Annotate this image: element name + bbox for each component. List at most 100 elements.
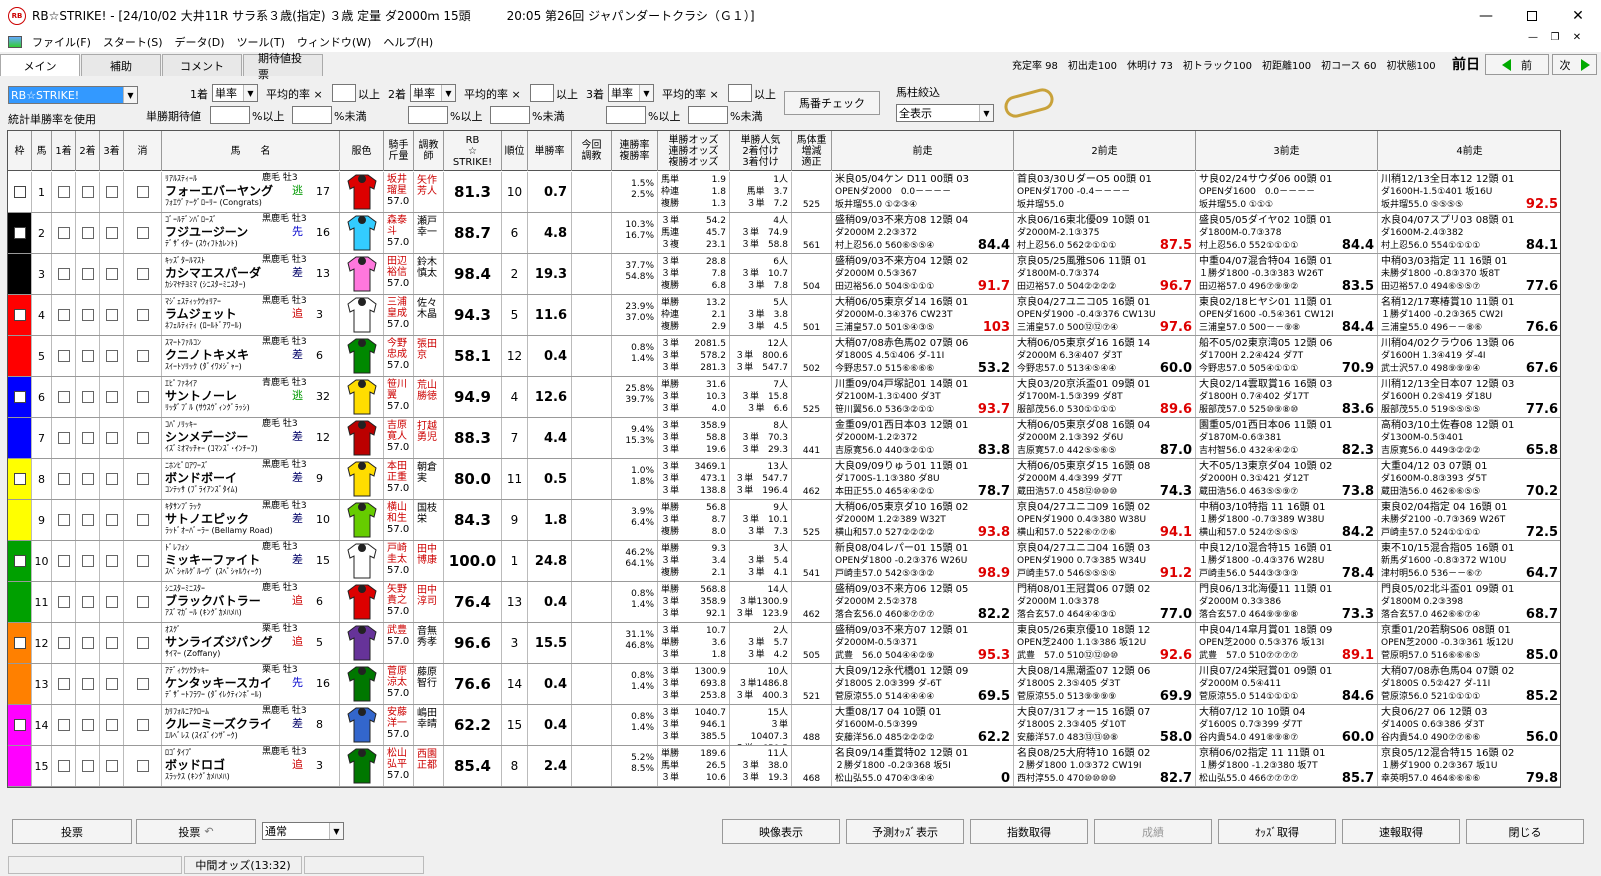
win-exp-max-input[interactable]	[292, 106, 332, 124]
place-3-checkbox[interactable]	[100, 459, 124, 499]
place-2-checkbox[interactable]	[76, 664, 100, 704]
place-1-checkbox[interactable]	[52, 336, 76, 376]
table-row[interactable]: 9 ｷﾀｻﾝﾌﾞﾗｯｸ 黒鹿毛 牡3 サトノエピック ﾗｯﾄﾞｵｰﾊﾞｰﾗｰ (…	[8, 500, 1560, 541]
prev-race-3[interactable]: 東良02/18ヒヤシ01 11頭 01 OPENダ1600 -0.5④361 C…	[1196, 295, 1378, 335]
maximize-icon[interactable]	[1509, 0, 1555, 31]
horse-name[interactable]: サトノエピック	[165, 512, 336, 526]
tab-ev-vote[interactable]: 期待値投票	[243, 52, 323, 81]
prev-race-3[interactable]: 中重04/07混合特04 16頭 01 １勝ダ1800 -0.3③383 W26…	[1196, 254, 1378, 294]
place-3-checkbox[interactable]	[100, 418, 124, 458]
menu-start[interactable]: スタート(S)	[97, 34, 169, 50]
prev-race-2[interactable]: 首良03/30ＵダーO5 00頭 01 OPENダ1700 -0.4－－－－ 坂…	[1014, 172, 1196, 212]
place-3-checkbox[interactable]	[100, 254, 124, 294]
horse-name[interactable]: フォーエバーヤング	[165, 184, 336, 198]
horse-name[interactable]: シンメデージー	[165, 430, 336, 444]
prev-race-1[interactable]: 新良08/04レパー01 15頭 01 OPENダ1800 -0.2③376 W…	[832, 541, 1014, 581]
place-2-checkbox[interactable]	[76, 295, 100, 335]
second-avg-input[interactable]	[530, 84, 554, 102]
place-3-checkbox[interactable]	[100, 172, 124, 212]
prev-race-1[interactable]: 名良09/14重賞特02 12頭 01 ２勝ダ1800 -0.2③368 坂5I…	[832, 746, 1014, 786]
close-icon[interactable]: ✕	[1555, 0, 1601, 31]
horse-name[interactable]: クルーミーズクライ	[165, 717, 336, 731]
waku-checkbox[interactable]	[13, 309, 26, 321]
prev-race-1[interactable]: 大良09/12永代橋01 12頭 09 ダ1800S 2.0③399 ダ-6T …	[832, 664, 1014, 704]
prev-race-3[interactable]: 中良12/10混合特15 16頭 01 １勝ダ1800 -0.4③376 W28…	[1196, 541, 1378, 581]
prev-race-1[interactable]: 米良05/04ケン D11 00頭 03 OPENダ2000 0.0－－－－ 坂…	[832, 172, 1014, 212]
prev-race-4[interactable]: 東不10/15混合指05 16頭 01 新馬ダ1600 -0.8③372 W10…	[1378, 541, 1560, 581]
scratch-checkbox[interactable]	[124, 623, 162, 663]
place-3-checkbox[interactable]	[100, 500, 124, 540]
waku-checkbox[interactable]	[13, 391, 26, 403]
mdi-restore-icon[interactable]: ❐	[1546, 32, 1564, 43]
prev-race-2[interactable]: 大稍06/05東京ダ16 16頭 14 ダ2000M 6.3④407 ダ3T 今…	[1014, 336, 1196, 376]
place-1-checkbox[interactable]	[52, 582, 76, 622]
horse-name[interactable]: ラムジェット	[165, 307, 336, 321]
table-row[interactable]: 5 ｽﾏｰﾄﾌｧﾙｺﾝ 黒鹿毛 牡3 クニノトキメキ ｽｲｰﾄｿﾘｯｸ (ﾀﾞｲ…	[8, 336, 1560, 377]
prev-race-2[interactable]: 大良08/14黒潮盃07 12頭 06 ダ1800S 2.3⑤405 ダ3T 菅…	[1014, 664, 1196, 704]
prev-race-2[interactable]: 大良07/31フォー15 16頭 07 ダ1800S 2.3③405 ダ10T …	[1014, 705, 1196, 745]
waku-checkbox[interactable]	[13, 227, 26, 239]
third-rate-select[interactable]: 単率 ▼	[608, 84, 654, 102]
place-2-checkbox[interactable]	[76, 254, 100, 294]
table-row[interactable]: 11 ｼﾆｽﾀｰﾐﾆｽﾀｰ 鹿毛 牡3 ブラックバトラー ｱｽﾞﾏｶﾞｰﾙ (ｷ…	[8, 582, 1560, 623]
prev-race-2[interactable]: 大良03/20京浜盃01 09頭 01 ダ1700M-1.5③399 ダ8T 服…	[1014, 377, 1196, 417]
place-2-checkbox[interactable]	[76, 213, 100, 253]
prev-race-1[interactable]: 大稍07/08赤色馬02 07頭 06 ダ1800S 4.5①406 ダ-11I…	[832, 336, 1014, 376]
scratch-checkbox[interactable]	[124, 500, 162, 540]
scratch-checkbox[interactable]	[124, 336, 162, 376]
table-row[interactable]: 13 ｱﾃﾞｨｸﾂｸﾀｯｷｰ 栗毛 牡3 ケンタッキースカイ ﾃﾞｻﾞｰﾄﾌﾗﾜ…	[8, 664, 1560, 705]
menu-data[interactable]: データ(D)	[169, 34, 231, 50]
prev-race-4[interactable]: 大稍07/08赤色馬04 07頭 02 ダ1800S 0.5②427 ダ-11I…	[1378, 664, 1560, 704]
scratch-checkbox[interactable]	[124, 459, 162, 499]
prev-race-1[interactable]: 盛稍09/03不来方06 12頭 05 ダ2000M 2.5②378 落合玄56…	[832, 582, 1014, 622]
scratch-checkbox[interactable]	[124, 377, 162, 417]
win-exp-min-input[interactable]	[210, 106, 250, 124]
place-1-checkbox[interactable]	[52, 295, 76, 335]
prev-race-1[interactable]: 盛稍09/03不来方07 12頭 01 ダ2000M-0.5③371 武豊 56…	[832, 623, 1014, 663]
table-row[interactable]: 8 ﾆﾎﾝﾋﾟﾛｱﾜｰｽﾞ 黒鹿毛 牡3 ボンドボーイ ｺﾝﾃｯｻ (ﾌﾞﾗｲｱ…	[8, 459, 1560, 500]
place-1-checkbox[interactable]	[52, 541, 76, 581]
next-button[interactable]: 次	[1552, 54, 1597, 75]
scratch-checkbox[interactable]	[124, 746, 162, 786]
odds-fetch-button[interactable]: ｵｯｽﾞ取得	[1218, 819, 1336, 844]
scratch-checkbox[interactable]	[124, 705, 162, 745]
place-3-checkbox[interactable]	[100, 705, 124, 745]
place-2-checkbox[interactable]	[76, 623, 100, 663]
prev-race-4[interactable]: 川稍12/13全日本07 12頭 03 ダ1600H 0.2⑤419 ダ18U …	[1378, 377, 1560, 417]
scratch-checkbox[interactable]	[124, 664, 162, 704]
prev-race-3[interactable]: 大稍07/12 10 10頭 04 ダ1600S 0.7③399 ダ7T 谷内貴…	[1196, 705, 1378, 745]
table-row[interactable]: 12 ｵｽｸﾞ 栗毛 牡3 サンライズジパング ｻｲﾏｰ (Zoffany) 追…	[8, 623, 1560, 664]
mdi-close-icon[interactable]: ✕	[1568, 32, 1586, 43]
prev-race-1[interactable]: 大稍06/05東京ダ10 16頭 02 ダ2000M 1.2②389 W32T …	[832, 500, 1014, 540]
video-button[interactable]: 映像表示	[722, 819, 840, 844]
table-row[interactable]: 3 ｷｯｽﾞﾀｰﾙﾏｽﾄ 黒鹿毛 牡3 カシマエスパーダ ｶｼﾏﾔﾁﾖﾐﾏ (ｼ…	[8, 254, 1560, 295]
prev-race-4[interactable]: 川稍12/13全日本12 12頭 01 ダ1600H-1.5①401 坂16U …	[1378, 172, 1560, 212]
waku-checkbox[interactable]	[13, 719, 26, 731]
horse-name[interactable]: フジユージーン	[165, 225, 336, 239]
table-row[interactable]: 10 ﾄﾞﾚﾌｫﾝ 鹿毛 牡3 ミッキーファイト ｽﾍﾟｼｬﾙｸﾞﾙｰｳﾞ (ｽ…	[8, 541, 1560, 582]
prev-race-1[interactable]: 大重08/17 04 10頭 01 ダ1600M-0.5③399 安藤洋56.0…	[832, 705, 1014, 745]
mode-select[interactable]: 通常 ▼	[262, 822, 344, 840]
prev-race-2[interactable]: 門稍08/01王冠賞06 07頭 02 ダ2000M 1.0③378 落合玄57…	[1014, 582, 1196, 622]
prev-button[interactable]: 前	[1485, 54, 1549, 75]
place-1-checkbox[interactable]	[52, 746, 76, 786]
table-row[interactable]: 4 ﾏｼﾞｪｽﾃｨｯｸｳｫﾘｱｰ 黒鹿毛 牡3 ラムジェット ﾈﾌｪﾙﾃｨﾃｨ …	[8, 295, 1560, 336]
filter-select[interactable]: 全表示 ▼	[896, 104, 994, 122]
prev-race-2[interactable]: 京良05/25風雅S06 11頭 01 ダ1800M-0.7③374 田辺裕57…	[1014, 254, 1196, 294]
prev-race-4[interactable]: 高稍03/10土佐春08 12頭 01 ダ1300M-0.5③401 吉原寛56…	[1378, 418, 1560, 458]
prev-race-1[interactable]: 大稍06/05東京ダ14 16頭 01 ダ2000M-0.3④376 CW23T…	[832, 295, 1014, 335]
place-2-checkbox[interactable]	[76, 172, 100, 212]
place-1-checkbox[interactable]	[52, 172, 76, 212]
scratch-checkbox[interactable]	[124, 418, 162, 458]
table-row[interactable]: 2 ｺﾞｰﾙﾃﾞﾝﾊﾞﾛｰｽﾞ 黒鹿毛 牡3 フジユージーン ﾃﾞｻﾞｲﾀｰ (…	[8, 213, 1560, 254]
prev-race-4[interactable]: 川稍04/02クラウ06 13頭 06 ダ1600H 1.3④419 ダ-4I …	[1378, 336, 1560, 376]
second-min-input[interactable]	[408, 106, 448, 124]
prev-race-2[interactable]: 名良08/25大府特10 16頭 02 ２勝ダ1800 1.0③372 CW19…	[1014, 746, 1196, 786]
place-2-checkbox[interactable]	[76, 336, 100, 376]
place-1-checkbox[interactable]	[52, 623, 76, 663]
horse-name[interactable]: ボンドボーイ	[165, 471, 336, 485]
scratch-checkbox[interactable]	[124, 582, 162, 622]
place-2-checkbox[interactable]	[76, 746, 100, 786]
vote-button[interactable]: 投票	[12, 819, 132, 844]
prev-race-4[interactable]: 門良05/02北斗盃01 09頭 01 ダ1800M 0.2③398 落合玄57…	[1378, 582, 1560, 622]
